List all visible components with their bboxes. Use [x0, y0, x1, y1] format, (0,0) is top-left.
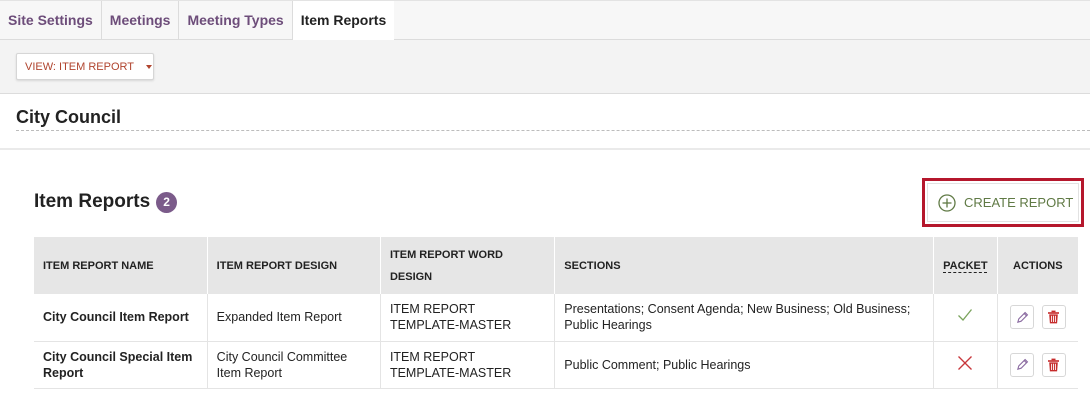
row-actions	[997, 341, 1078, 389]
edit-button[interactable]	[1010, 352, 1035, 377]
header-packet: PACKET	[933, 237, 998, 294]
header-packet-label: PACKET	[943, 259, 988, 272]
table-row: City Council Special Item Report City Co…	[34, 341, 1078, 389]
tab-meeting-types[interactable]: Meeting Types	[179, 1, 293, 40]
create-report-label: CREATE REPORT	[964, 195, 1074, 210]
pencil-icon	[1016, 358, 1028, 370]
header-item-report-word-design[interactable]: ITEM REPORT WORD DESIGN	[380, 237, 556, 294]
row-word-design: ITEM REPORT TEMPLATE-MASTER	[380, 294, 556, 342]
item-reports-heading: Item Reports 2	[34, 191, 178, 213]
plus-circle-icon	[938, 193, 956, 212]
caret-down-icon	[146, 64, 152, 69]
delete-button[interactable]	[1041, 305, 1066, 330]
header-item-report-design[interactable]: ITEM REPORT DESIGN	[207, 237, 381, 294]
edit-button[interactable]	[1010, 305, 1035, 330]
row-packet	[933, 294, 998, 342]
trash-icon	[1048, 310, 1060, 324]
header-actions: ACTIONS	[997, 237, 1078, 294]
row-report-name: City Council Item Report	[34, 294, 208, 342]
table-header-row: ITEM REPORT NAME ITEM REPORT DESIGN ITEM…	[34, 237, 1078, 294]
settings-tabs: Site Settings Meetings Meeting Types Ite…	[0, 0, 1090, 40]
check-icon	[958, 309, 973, 322]
header-sections[interactable]: SECTIONS	[554, 237, 935, 294]
row-packet	[933, 341, 998, 389]
create-report-button[interactable]: CREATE REPORT	[927, 183, 1079, 222]
row-sections: Presentations; Consent Agenda; New Busin…	[554, 294, 935, 342]
view-dropdown-button[interactable]: VIEW: ITEM REPORT	[16, 53, 154, 80]
row-report-name: City Council Special Item Report	[34, 341, 208, 389]
row-report-design: Expanded Item Report	[207, 294, 381, 342]
row-actions	[997, 294, 1078, 342]
table-row: City Council Item Report Expanded Item R…	[34, 294, 1078, 342]
tab-meetings[interactable]: Meetings	[102, 1, 180, 40]
tab-item-reports[interactable]: Item Reports	[292, 1, 395, 40]
tab-site-settings[interactable]: Site Settings	[0, 1, 102, 40]
meeting-type-title: City Council	[16, 107, 1090, 131]
delete-button[interactable]	[1041, 352, 1066, 377]
item-reports-table: ITEM REPORT NAME ITEM REPORT DESIGN ITEM…	[34, 237, 1078, 389]
row-sections: Public Comment; Public Hearings	[554, 341, 935, 389]
row-report-design: City Council Committee Item Report	[207, 341, 381, 389]
cross-icon	[958, 355, 973, 370]
header-item-report-name[interactable]: ITEM REPORT NAME	[34, 237, 208, 294]
item-reports-title: Item Reports	[34, 191, 151, 212]
view-toolbar: VIEW: ITEM REPORT	[0, 40, 1090, 94]
pencil-icon	[1016, 311, 1028, 323]
view-dropdown-label: VIEW: ITEM REPORT	[25, 60, 134, 73]
trash-icon	[1048, 358, 1060, 371]
section-divider	[0, 148, 1090, 150]
count-badge: 2	[156, 191, 178, 213]
row-word-design: ITEM REPORT TEMPLATE-MASTER	[380, 341, 556, 389]
